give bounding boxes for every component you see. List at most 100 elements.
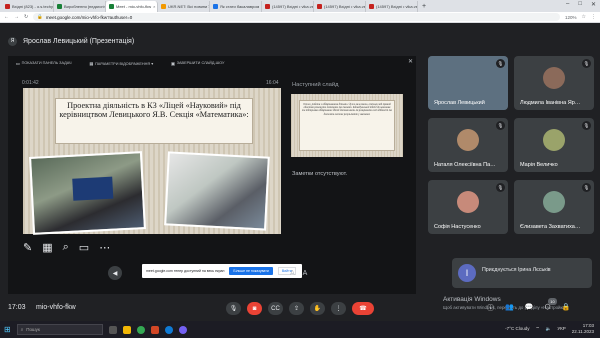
clock-readout: 16:04 bbox=[266, 80, 279, 86]
slide-nav: ◀ bbox=[108, 266, 122, 280]
tab-label: UKR.NET: Всі новини України bbox=[168, 4, 209, 9]
tab-favicon-icon bbox=[317, 4, 322, 9]
participant-tile[interactable]: 🎙 Єлизавета Захватиха… bbox=[514, 180, 594, 234]
next-slide-label: Наступний слайд bbox=[292, 82, 339, 88]
reload-icon[interactable]: ↻ bbox=[24, 14, 28, 20]
tab-label: Meet - mio-vhfo-fkw bbox=[116, 4, 152, 9]
tab-favicon-icon bbox=[265, 4, 270, 9]
browser-tab[interactable]: UKR.NET: Всі новини України× bbox=[158, 1, 210, 12]
zoom-in-text-icon[interactable]: A bbox=[303, 270, 308, 277]
more-button[interactable]: ⋮ bbox=[331, 302, 346, 315]
zoom-level[interactable]: 120% bbox=[565, 15, 577, 20]
info-icon[interactable]: ⓘ bbox=[487, 303, 494, 313]
taskbar-search-text: Пошук bbox=[26, 327, 40, 332]
show-taskbar-label: ПОКАЗАТИ ПАНЕЛЬ ЗАДАЧ bbox=[21, 61, 72, 65]
task-view-icon[interactable] bbox=[108, 325, 117, 334]
people-icon[interactable]: 👥 bbox=[505, 303, 514, 313]
browser-tab[interactable]: Вхідні (823) - o.s.techyshy× bbox=[2, 1, 54, 12]
present-button[interactable]: ⇪ bbox=[289, 302, 304, 315]
browser-tab[interactable]: Як стати бакалавром× bbox=[210, 1, 262, 12]
edge-icon[interactable] bbox=[164, 325, 173, 334]
participant-name: Єлизавета Захватиха… bbox=[520, 224, 581, 230]
browser-tab-strip: Вхідні (823) - o.s.techyshy×Вироблення (… bbox=[0, 0, 600, 12]
participant-name: Ярослав Левицький bbox=[434, 100, 485, 106]
hand-icon: ✋ bbox=[313, 306, 322, 312]
forward-icon[interactable]: → bbox=[14, 14, 19, 20]
tab-label: Як стати бакалавром bbox=[220, 4, 260, 9]
side-controls: ⓘ 👥 💬 ⬡ 🔒 bbox=[487, 303, 570, 313]
leave-call-button[interactable]: ☎ bbox=[352, 302, 374, 315]
more-options-icon[interactable]: ⋯ bbox=[99, 241, 110, 254]
camera-off-icon: ◙ bbox=[252, 305, 257, 312]
browser-tab[interactable]: Вироблення (педагогічні)× bbox=[54, 1, 106, 12]
end-slideshow-button[interactable]: ▣ ЗАВЕРШИТИ СЛАЙД-ШОУ bbox=[171, 61, 224, 66]
powerpoint-icon[interactable] bbox=[150, 325, 159, 334]
grid-icon[interactable]: ▦ bbox=[42, 241, 52, 254]
participant-tile[interactable]: 🎙 Людмила Іванівна Яр… bbox=[514, 56, 594, 110]
mic-icon: 🎙 bbox=[229, 306, 238, 312]
joining-text: Приєднується Ірина Лєськів bbox=[482, 267, 551, 273]
participant-name: Софія Настусенко bbox=[434, 224, 481, 230]
tab-close-icon[interactable]: × bbox=[153, 4, 155, 9]
tab-label: (14597) Вхідні • vika.veche bbox=[376, 4, 418, 9]
next-slide-preview[interactable]: Отже, робота з обдарованими дітьми є дуж… bbox=[291, 94, 403, 157]
zoom-out-text-icon[interactable]: A bbox=[290, 270, 295, 277]
back-icon[interactable]: ← bbox=[4, 14, 9, 20]
speaker-notes: Заметки отсутствуют. bbox=[292, 171, 348, 177]
windows-taskbar: ⊞ ⌕ Пошук -7°C Cloudy ⌔ 🔈 УКР 17:03 22.1… bbox=[0, 321, 600, 338]
explorer-icon[interactable] bbox=[122, 325, 131, 334]
participant-tile[interactable]: 🎙 Наталя Олексіївна Па… bbox=[428, 118, 508, 172]
chrome-icon[interactable] bbox=[136, 325, 145, 334]
menu-icon[interactable]: ⋮ bbox=[591, 14, 596, 20]
participant-tile[interactable]: 🎙 Марія Величко bbox=[514, 118, 594, 172]
taskbar-search[interactable]: ⌕ Пошук bbox=[16, 324, 103, 335]
lock-host-icon[interactable]: 🔒 bbox=[562, 303, 571, 313]
language-indicator[interactable]: УКР bbox=[557, 326, 565, 331]
taskbar-clock[interactable]: 17:03 22.11.2023 bbox=[572, 323, 594, 334]
end-slideshow-label: ЗАВЕРШИТИ СЛАЙД-ШОУ bbox=[176, 61, 225, 65]
microphone-button[interactable]: 🎙 bbox=[226, 302, 241, 315]
participant-avatar bbox=[543, 191, 565, 213]
display-options-label: ПАРАМЕТРИ ВІДОБРАЖЕННЯ ▾ bbox=[95, 61, 154, 66]
network-icon[interactable]: ⌔ bbox=[535, 326, 539, 332]
pen-icon[interactable]: ✎ bbox=[23, 241, 32, 254]
display-options-button[interactable]: ▤ ПАРАМЕТРИ ВІДОБРАЖЕННЯ ▾ bbox=[89, 61, 153, 66]
weather-readout[interactable]: -7°C Cloudy bbox=[505, 326, 529, 331]
camera-button[interactable]: ◙ bbox=[247, 302, 262, 315]
tab-label: Вхідні (823) - o.s.techyshy bbox=[12, 4, 53, 9]
star-icon[interactable]: ☆ bbox=[582, 14, 586, 20]
screen-icon[interactable]: ▭ bbox=[79, 241, 89, 254]
toast-hide-button[interactable]: Більше не показувати bbox=[229, 267, 273, 275]
show-taskbar-button[interactable]: ▭ ПОКАЗАТИ ПАНЕЛЬ ЗАДАЧ bbox=[16, 61, 71, 66]
tab-label: (14597) Вхідні • vika.veche bbox=[324, 4, 366, 9]
viber-icon[interactable] bbox=[178, 325, 187, 334]
maximize-icon[interactable]: □ bbox=[578, 1, 582, 8]
magnifier-icon[interactable]: ⌕ bbox=[63, 241, 69, 254]
prev-slide-button[interactable]: ◀ bbox=[108, 266, 122, 280]
captions-button[interactable]: CC bbox=[268, 302, 283, 315]
participant-tile[interactable]: 🎙 Ярослав Левицький bbox=[428, 56, 508, 110]
volume-icon[interactable]: 🔈 bbox=[546, 326, 552, 332]
raise-hand-button[interactable]: ✋ bbox=[310, 302, 325, 315]
new-tab-button[interactable]: + bbox=[418, 3, 430, 10]
muted-mic-icon: 🎙 bbox=[582, 59, 591, 68]
close-window-icon[interactable]: ✕ bbox=[591, 1, 596, 8]
next-slide-text: Отже, робота з обдарованими дітьми є дуж… bbox=[299, 100, 395, 151]
windows-start-icon[interactable]: ⊞ bbox=[4, 325, 11, 334]
taskbar-icon: ▭ bbox=[16, 61, 20, 66]
close-presenter-icon[interactable]: ✕ bbox=[408, 58, 413, 65]
joining-avatar: І bbox=[458, 264, 476, 282]
end-icon: ▣ bbox=[171, 61, 175, 66]
current-slide: Проектна діяльність в КЗ «Ліцей «Наукови… bbox=[23, 88, 281, 235]
address-bar[interactable]: 🔒 meet.google.com/mio-vhfo-fkw?authuser=… bbox=[33, 13, 560, 21]
browser-tab[interactable]: (14597) Вхідні • vika.veche× bbox=[314, 1, 366, 12]
participant-tile[interactable]: 🎙 Софія Настусенко bbox=[428, 180, 508, 234]
browser-tab[interactable]: (14597) Вхідні • vika.veche× bbox=[262, 1, 314, 12]
slide-photo-students bbox=[164, 151, 270, 231]
search-icon: ⌕ bbox=[20, 327, 24, 332]
chat-icon[interactable]: 💬 bbox=[525, 303, 534, 313]
browser-tab[interactable]: (14597) Вхідні • vika.veche× bbox=[366, 1, 418, 12]
minimize-icon[interactable]: – bbox=[566, 1, 569, 8]
more-vert-icon: ⋮ bbox=[335, 306, 342, 312]
browser-tab[interactable]: Meet - mio-vhfo-fkw × bbox=[106, 1, 158, 12]
